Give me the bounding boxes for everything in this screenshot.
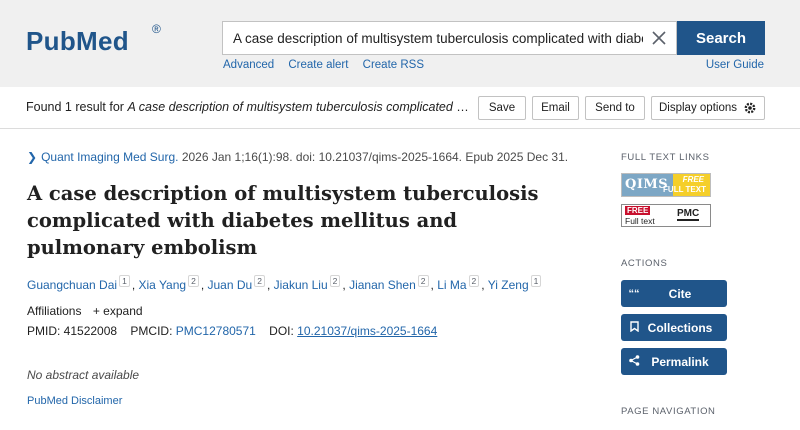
results-query: A case description of multisystem tuberc…	[127, 100, 474, 114]
pmc-fulltext-text: Full text	[625, 216, 655, 226]
affiliations-row: Affiliations + expand	[27, 304, 143, 318]
quote-icon: ““	[628, 287, 640, 300]
search-input[interactable]	[223, 22, 643, 54]
pmcid-label: PMCID:	[130, 324, 176, 338]
cite-button[interactable]: ““ Cite	[621, 280, 727, 307]
email-button[interactable]: Email	[532, 96, 579, 120]
qims-logo-text: QIMS	[625, 177, 669, 192]
display-options-button[interactable]: Display options	[651, 96, 765, 120]
collections-button[interactable]: Collections	[621, 314, 727, 341]
pmc-free-badge: FREE	[625, 206, 651, 215]
chevron-right-icon: ❯	[27, 150, 38, 164]
send-to-button[interactable]: Send to	[585, 96, 645, 120]
journal-citation: ❯ Quant Imaging Med Surg. 2026 Jan 1;16(1…	[27, 150, 568, 164]
actions-heading: ACTIONS	[621, 258, 668, 269]
affiliation-badge[interactable]: 2	[254, 275, 265, 287]
author-link[interactable]: Xia Yang	[138, 278, 186, 292]
affiliation-badge[interactable]: 2	[329, 275, 341, 287]
search-button[interactable]: Search	[677, 21, 765, 55]
bookmark-icon	[621, 320, 647, 335]
pmc-full-text-link[interactable]: FREE Full text PMC	[621, 204, 711, 227]
clear-search-icon[interactable]	[650, 29, 668, 47]
result-toolbar: Found 1 result for A case description of…	[0, 87, 800, 129]
results-summary: Found 1 result for A case description of…	[26, 100, 474, 114]
author-link[interactable]: Jianan Shen	[349, 278, 416, 292]
logo-text: PubMed	[26, 26, 129, 56]
gear-icon	[744, 102, 756, 114]
author-link[interactable]: Jiakun Liu	[274, 278, 328, 292]
search-box	[222, 21, 677, 55]
identifiers-row: PMID: 41522008 PMCID: PMC12780571 DOI: 1…	[27, 324, 437, 338]
registered-mark: ®	[152, 22, 161, 36]
expand-affiliations-button[interactable]: + expand	[93, 304, 143, 318]
affiliation-badge[interactable]: 1	[530, 275, 542, 287]
affiliation-badge[interactable]: 2	[468, 275, 480, 287]
author-link[interactable]: Li Ma	[437, 278, 466, 292]
user-guide-link[interactable]: User Guide	[706, 59, 764, 71]
author-link[interactable]: Guangchuan Dai	[27, 278, 117, 292]
pmcid-link[interactable]: PMC12780571	[176, 324, 256, 338]
collections-label: Collections	[647, 320, 713, 335]
create-alert-link[interactable]: Create alert	[288, 59, 348, 71]
create-rss-link[interactable]: Create RSS	[363, 59, 424, 71]
affiliation-badge[interactable]: 2	[417, 275, 429, 287]
pubmed-disclaimer-link[interactable]: PubMed Disclaimer	[27, 395, 122, 407]
share-icon	[621, 354, 647, 369]
results-prefix: Found 1 result for	[26, 100, 128, 114]
pmid: PMID: 41522008	[27, 324, 118, 338]
qims-free-text: FREE	[682, 175, 704, 184]
qims-full-text: FULL TEXT	[663, 185, 706, 194]
affiliation-badge[interactable]: 1	[119, 275, 130, 287]
site-header: PubMed ® Search Advanced Create alert Cr…	[0, 0, 800, 87]
page-navigation-heading: PAGE NAVIGATION	[621, 406, 716, 417]
author-list: Guangchuan Dai 1, Xia Yang 2, Juan Du 2, Ji…	[27, 275, 543, 292]
display-options-label: Display options	[659, 102, 737, 114]
citation-details: 2026 Jan 1;16(1):98. doi: 10.21037/qims-…	[178, 150, 569, 164]
article-title: A case description of multisystem tuberc…	[27, 182, 539, 259]
save-button[interactable]: Save	[478, 96, 526, 120]
pubmed-logo[interactable]: PubMed ®	[26, 18, 166, 62]
permalink-button[interactable]: Permalink	[621, 348, 727, 375]
full-text-links-heading: FULL TEXT LINKS	[621, 152, 710, 163]
cite-label: Cite	[668, 286, 692, 301]
qims-full-text-link[interactable]: QIMS FREE FULL TEXT	[621, 173, 711, 197]
doi-link[interactable]: 10.21037/qims-2025-1664	[297, 324, 437, 338]
permalink-label: Permalink	[651, 354, 709, 369]
search-sub-links: Advanced Create alert Create RSS	[223, 59, 435, 71]
author-link[interactable]: Yi Zeng	[488, 278, 529, 292]
advanced-link[interactable]: Advanced	[223, 59, 274, 71]
no-abstract-text: No abstract available	[27, 368, 140, 382]
affiliations-label: Affiliations	[27, 304, 82, 318]
journal-link[interactable]: Quant Imaging Med Surg.	[41, 150, 178, 164]
doi-label: DOI:	[269, 324, 298, 338]
author-link[interactable]: Juan Du	[208, 278, 253, 292]
pmc-logo-text: PMC	[677, 208, 700, 221]
affiliation-badge[interactable]: 2	[188, 275, 199, 287]
